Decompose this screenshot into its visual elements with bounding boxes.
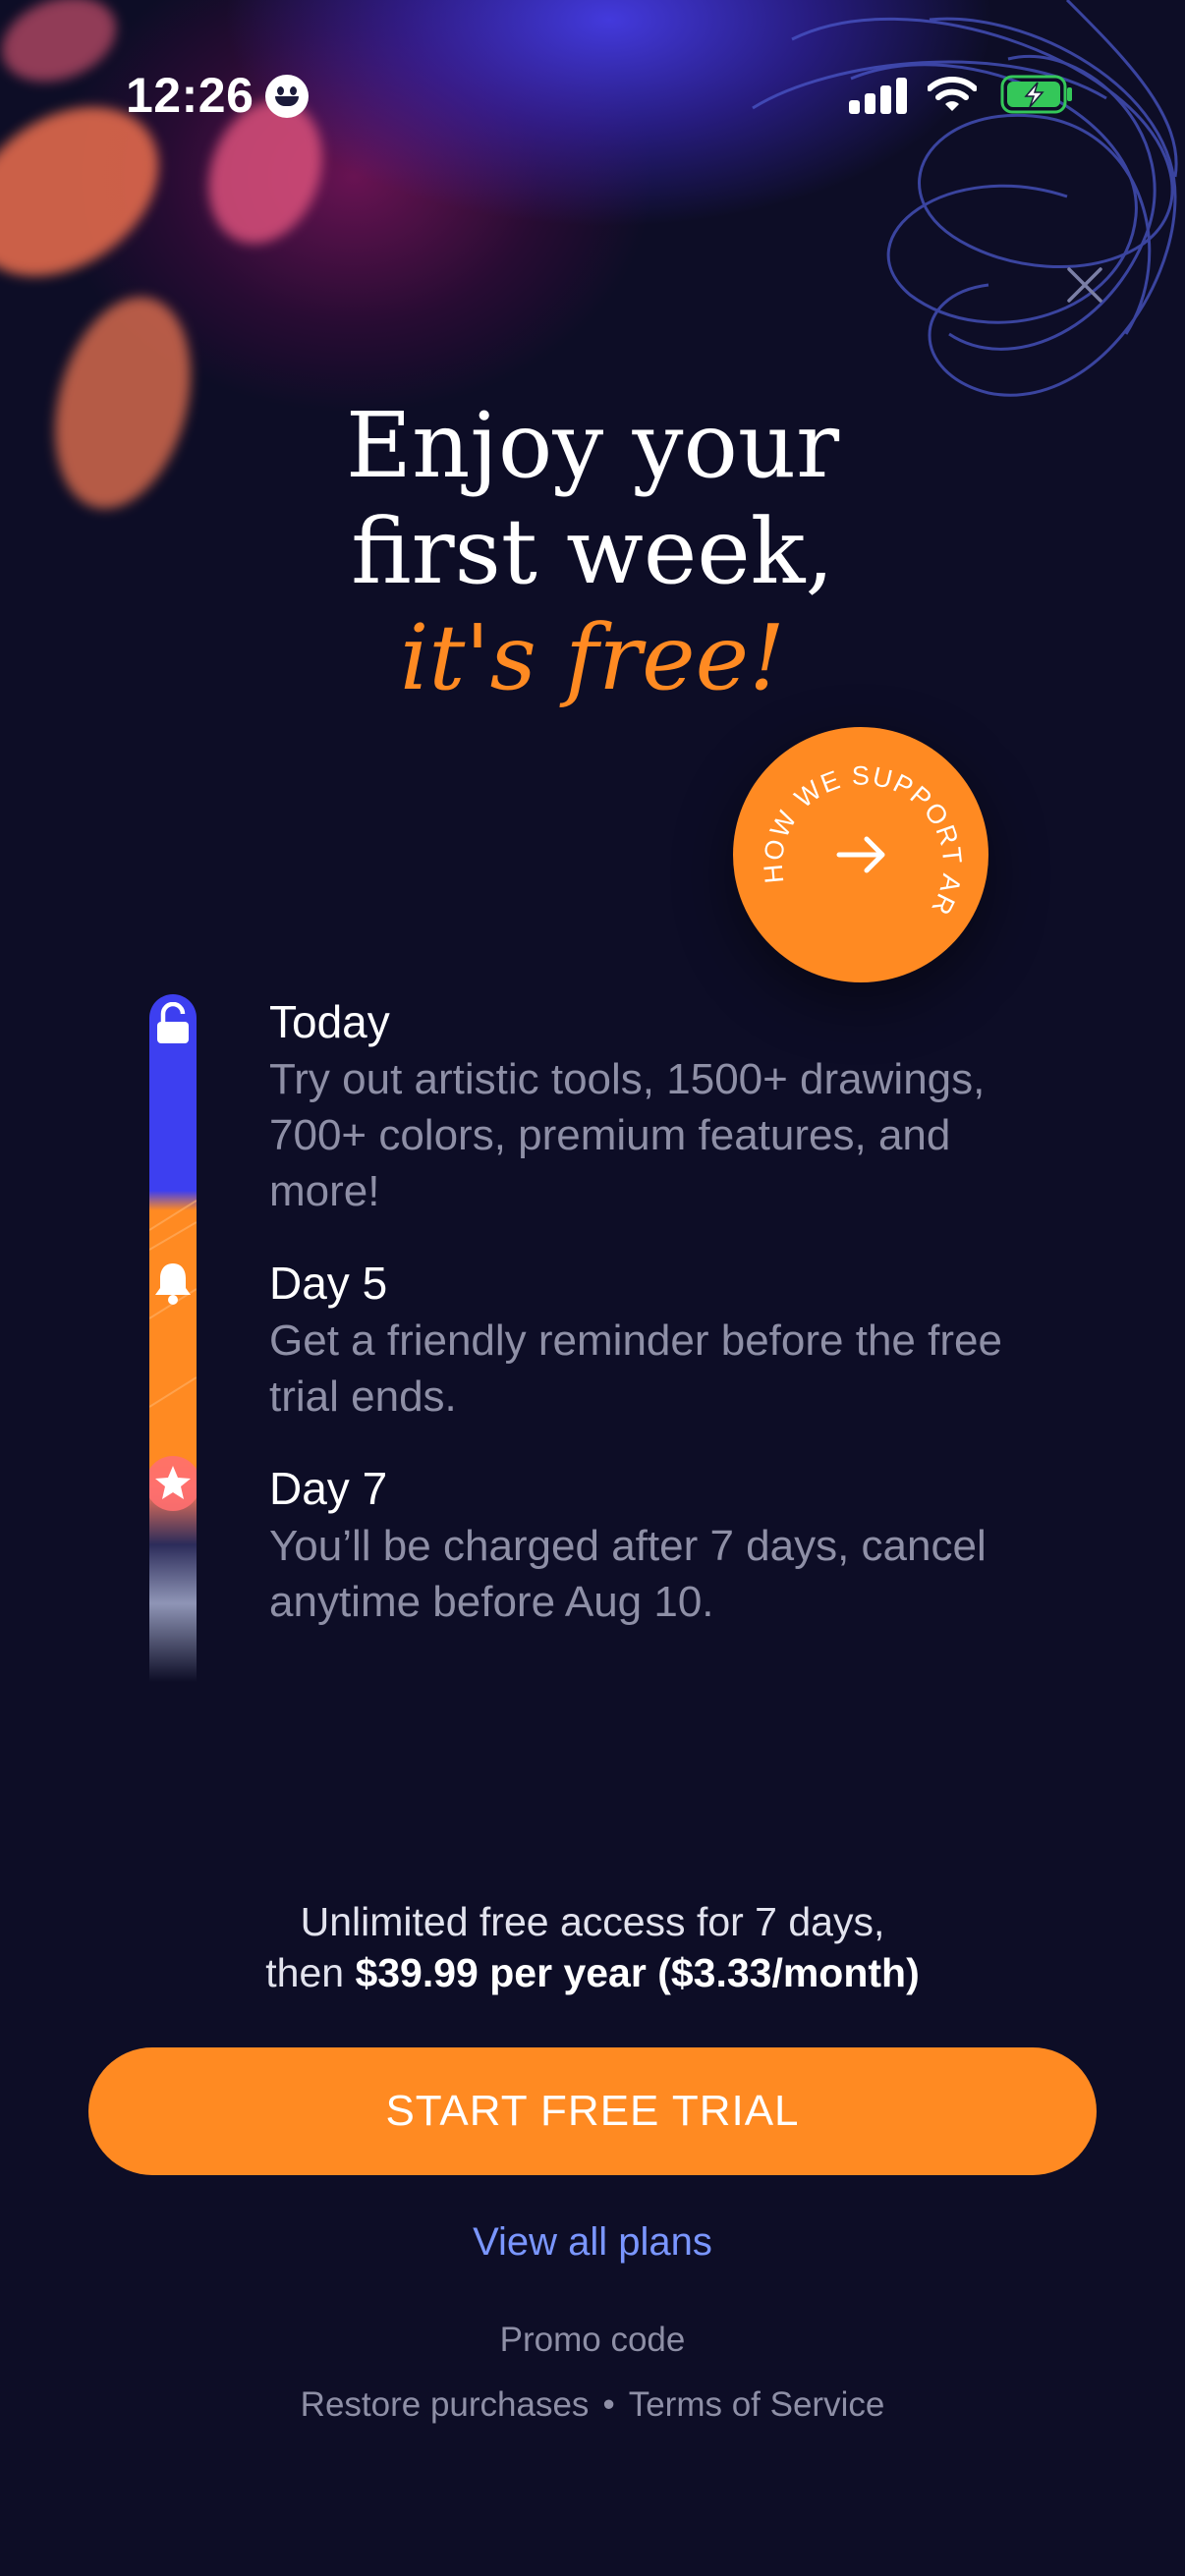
timeline-step-today: Today Try out artistic tools, 1500+ draw…: [269, 994, 1055, 1219]
headline-line-1: Enjoy your: [345, 393, 840, 498]
pricing-prefix: then: [265, 1950, 356, 1995]
support-badge-graphic: HOW WE SUPPORT ARTISTS: [733, 727, 967, 921]
battery-charging-icon: [1000, 75, 1072, 114]
restore-purchases-link[interactable]: Restore purchases: [301, 2385, 590, 2424]
wifi-icon: [928, 77, 977, 111]
how-we-support-artists-button[interactable]: HOW WE SUPPORT ARTISTS: [733, 727, 988, 982]
headline-free-text: it's free!: [399, 605, 786, 710]
terms-of-service-link[interactable]: Terms of Service: [629, 2385, 885, 2424]
headline: Enjoy your first week, it's free!: [0, 393, 1185, 711]
start-free-trial-label: START FREE TRIAL: [385, 2087, 800, 2135]
pricing-line-1: Unlimited free access for 7 days,: [300, 1899, 885, 1944]
promo-code-link[interactable]: Promo code: [500, 2321, 686, 2359]
cellular-signal-icon: [849, 77, 908, 114]
bell-icon: [149, 1260, 197, 1307]
footer-links: Restore purchases • Terms of Service: [0, 2385, 1185, 2425]
status-time: 12:26: [126, 68, 254, 123]
step-title: Today: [269, 996, 390, 1047]
headline-line-2: first week,: [351, 499, 834, 604]
pricing-line-2: then $39.99 per year ($3.33/month): [0, 1947, 1185, 1998]
arrow-right-icon: [836, 836, 885, 873]
timeline-progress-bar: [149, 994, 197, 1682]
step-description: You’ll be charged after 7 days, cancel a…: [269, 1522, 987, 1626]
step-description: Get a friendly reminder before the free …: [269, 1316, 1002, 1421]
timeline-step-day-7: Day 7 You’ll be charged after 7 days, ca…: [269, 1461, 1055, 1630]
promo-code-row: Promo code: [0, 2321, 1185, 2360]
pricing-amount: $39.99 per year ($3.33/month): [355, 1950, 920, 1995]
pricing-summary: Unlimited free access for 7 days, then $…: [0, 1896, 1185, 1998]
step-title: Day 7: [269, 1463, 388, 1514]
view-all-plans-link[interactable]: View all plans: [0, 2220, 1185, 2265]
separator-dot: •: [602, 2385, 615, 2424]
paywall-screen: 12:26 Enjoy your first week, it's free!: [0, 0, 1185, 2576]
support-badge-text: HOW WE SUPPORT ARTISTS: [733, 727, 967, 921]
step-title: Day 5: [269, 1258, 388, 1309]
start-free-trial-button[interactable]: START FREE TRIAL: [88, 2047, 1097, 2175]
step-description: Try out artistic tools, 1500+ drawings, …: [269, 1055, 986, 1215]
close-icon[interactable]: [1063, 263, 1106, 307]
view-all-plans-label: View all plans: [473, 2220, 712, 2264]
star-icon: [149, 1456, 197, 1511]
timeline-step-day-5: Day 5 Get a friendly reminder before the…: [269, 1256, 1055, 1425]
status-bar: 12:26: [0, 59, 1185, 138]
smiley-icon: [265, 75, 309, 118]
unlock-icon: [149, 1002, 197, 1045]
